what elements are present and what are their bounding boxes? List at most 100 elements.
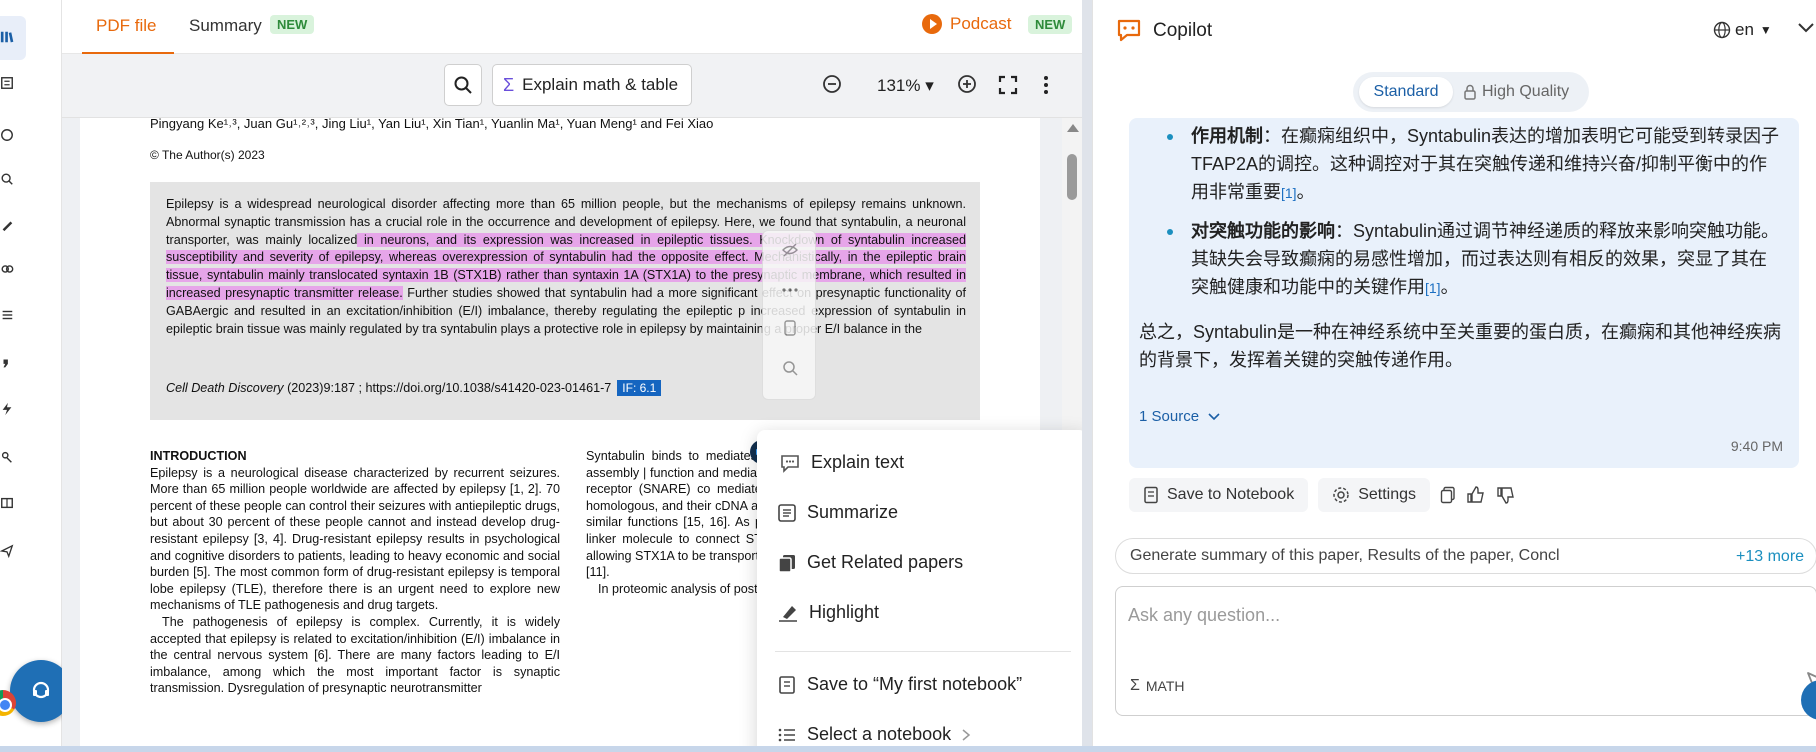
zoom-level-select[interactable]: 131% ▾: [877, 76, 934, 96]
save-to-notebook-menu-item[interactable]: Save to “My first notebook”: [777, 674, 1022, 695]
zoom-out-button[interactable]: [822, 74, 844, 101]
book-icon[interactable]: [0, 492, 14, 514]
document-icon[interactable]: [0, 72, 14, 94]
list-icon[interactable]: [0, 304, 14, 326]
answer-summary: 总之，Syntabulin是一种在神经系统中至关重要的蛋白质，在癫痫和其他神经疾…: [1139, 322, 1782, 370]
tab-pdf-file[interactable]: PDF file: [96, 16, 156, 36]
copilot-answer-card: 作用机制：在癫痫组织中，Syntabulin表达的增加表明它可能受到转录因子TF…: [1129, 118, 1799, 468]
copy-icon[interactable]: [779, 317, 801, 339]
copy-button[interactable]: [1440, 486, 1456, 504]
send-icon[interactable]: [0, 540, 14, 562]
save-notebook-label: Save to “My first notebook”: [807, 674, 1023, 694]
select-notebook-menu-item[interactable]: Select a notebook: [777, 724, 981, 745]
pdf-viewer[interactable]: Pingyang Ke¹˒³, Juan Gu¹˒²˒³, Jing Liu¹,…: [62, 118, 1082, 752]
headset-icon: [32, 681, 50, 699]
summarize-label: Summarize: [807, 502, 899, 522]
zoom-in-button[interactable]: [957, 74, 979, 101]
chevron-down-icon: [1208, 412, 1220, 420]
ask-question-input[interactable]: [1128, 605, 1728, 626]
search-button[interactable]: [444, 64, 482, 106]
explain-text-label: Explain text: [811, 452, 905, 472]
thumbs-down-icon: [1497, 487, 1514, 504]
copilot-panel: Copilot en ▼ Standard High Quality 作用机制：…: [1092, 0, 1816, 752]
sources-toggle[interactable]: 1 Source: [1139, 408, 1221, 425]
answer-bullet-list: 作用机制：在癫痫组织中，Syntabulin表达的增加表明它可能受到转录因子TF…: [1161, 122, 1781, 312]
more-options-button[interactable]: [1042, 74, 1050, 101]
podcast-new-badge: NEW: [1028, 15, 1073, 34]
journal-name: Cell Death Discovery: [166, 381, 284, 395]
question-input-box: Σ MATH: [1115, 586, 1816, 716]
highlighter-icon: [779, 605, 797, 622]
chevron-right-icon: [962, 728, 971, 741]
bullet-period: 。: [1440, 277, 1459, 297]
answer-bullet: 作用机制：在癫痫组织中，Syntabulin表达的增加表明它可能受到转录因子TF…: [1161, 122, 1781, 207]
list-icon: [778, 728, 795, 741]
people-search-icon[interactable]: [0, 446, 14, 468]
save-to-notebook-button[interactable]: Save to Notebook: [1129, 478, 1309, 512]
bullet-period: 。: [1296, 182, 1315, 202]
thumbs-down-button[interactable]: [1496, 485, 1516, 505]
message-timestamp: 9:40 PM: [1730, 438, 1783, 454]
explain-math-table-button[interactable]: Σ Explain math & table: [492, 64, 692, 106]
podcast-button[interactable]: Podcast: [922, 14, 1011, 34]
library-icon[interactable]: [0, 26, 14, 48]
citation-link[interactable]: [1]: [1281, 185, 1297, 201]
suggestion-text[interactable]: Generate summary of this paper, Results …: [1130, 547, 1560, 565]
paper-citation: Cell Death Discovery (2023)9:187 ; https…: [166, 380, 662, 396]
lightning-icon[interactable]: [0, 398, 14, 420]
papers-stack-icon: [778, 554, 795, 573]
quote-icon[interactable]: [0, 352, 14, 374]
chat-bubble-icon: [781, 454, 799, 473]
chat-icon[interactable]: [0, 124, 14, 146]
zoom-in-icon: [958, 75, 976, 93]
suggested-questions-bar[interactable]: Generate summary of this paper, Results …: [1115, 538, 1816, 574]
intro-left-paragraph-2: The pathogenesis of epilepsy is complex.…: [150, 614, 560, 696]
impact-factor-badge[interactable]: IF: 6.1: [617, 380, 662, 396]
link-icon[interactable]: [0, 258, 14, 280]
language-select[interactable]: en ▼: [1713, 20, 1772, 40]
mode-standard-button[interactable]: Standard: [1359, 77, 1453, 107]
high-quality-label: High Quality: [1482, 83, 1570, 100]
chevron-down-icon[interactable]: [1797, 22, 1815, 34]
get-related-papers-menu-item[interactable]: Get Related papers: [777, 552, 963, 573]
settings-button[interactable]: Settings: [1318, 478, 1431, 512]
copilot-title: Copilot: [1153, 20, 1213, 41]
copilot-header: Copilot en ▼: [1093, 0, 1816, 60]
thumbs-up-button[interactable]: [1466, 485, 1486, 505]
highlight-menu-item[interactable]: Highlight: [777, 602, 879, 623]
scroll-thumb[interactable]: [1067, 154, 1077, 200]
globe-icon: [1713, 21, 1731, 39]
hide-icon[interactable]: [779, 239, 801, 261]
selection-context-menu: Explain text Summarize Get Related paper…: [757, 430, 1082, 752]
abstract-text[interactable]: Epilepsy is a widespread neurological di…: [166, 196, 966, 338]
fullscreen-button[interactable]: [997, 74, 1019, 101]
highlight-label: Highlight: [809, 602, 880, 622]
menu-divider: [775, 651, 1071, 652]
more-horizontal-icon[interactable]: [779, 279, 801, 301]
bottom-edge: [0, 746, 1816, 752]
mode-high-quality-button[interactable]: High Quality: [1463, 83, 1569, 101]
explain-text-menu-item[interactable]: Explain text: [779, 452, 904, 473]
summarize-menu-item[interactable]: Summarize: [777, 502, 898, 523]
selection-toolbar: [762, 230, 816, 400]
language-label: en: [1735, 20, 1754, 39]
copy-icon: [1440, 486, 1455, 504]
pdf-panel: PDF file Summary NEW Podcast NEW Σ Expla…: [62, 0, 1082, 752]
sigma-icon: Σ: [503, 74, 515, 95]
new-badge: NEW: [270, 15, 315, 34]
citation-link[interactable]: [1]: [1425, 280, 1441, 296]
lock-icon: [1464, 84, 1476, 100]
copilot-logo-icon: [1117, 19, 1141, 42]
tab-summary[interactable]: Summary: [189, 16, 262, 36]
lookup-icon[interactable]: [779, 357, 801, 379]
scroll-up-arrow-icon[interactable]: [1067, 124, 1079, 132]
select-notebook-label: Select a notebook: [807, 724, 952, 744]
play-icon: [922, 14, 942, 34]
pen-icon[interactable]: [0, 214, 14, 236]
more-suggestions-button[interactable]: +13 more: [1736, 548, 1804, 566]
search-sparkle-icon[interactable]: [0, 168, 14, 190]
math-mode-button[interactable]: Σ MATH: [1130, 677, 1185, 695]
settings-label: Settings: [1358, 486, 1417, 503]
more-vertical-icon: [1044, 76, 1048, 94]
citation-doi[interactable]: (2023)9:187 ; https://doi.org/10.1038/s4…: [284, 381, 611, 395]
